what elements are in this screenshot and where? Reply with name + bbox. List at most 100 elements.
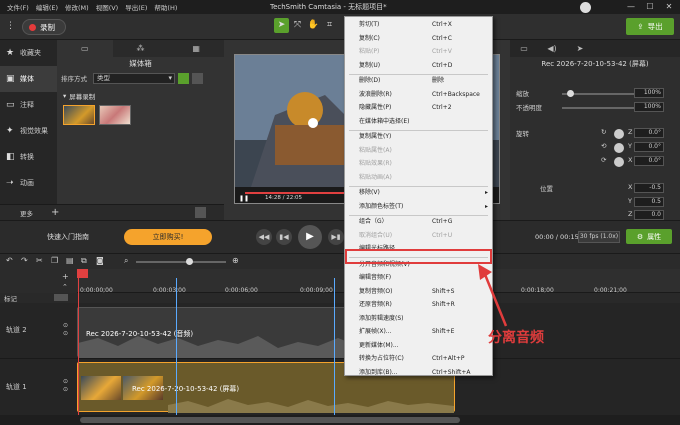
menu-item[interactable]: 在媒体箱中选择(E) bbox=[345, 116, 492, 128]
menu-item[interactable]: 复制(U) Ctrl+D bbox=[345, 60, 492, 72]
media-thumbnail[interactable] bbox=[63, 105, 95, 125]
menu-file[interactable]: 文件(F) bbox=[7, 2, 29, 12]
rotation-z-dial[interactable] bbox=[614, 129, 624, 139]
undo-icon[interactable]: ↶ bbox=[6, 256, 13, 265]
tab-audio-icon[interactable]: ◀) bbox=[538, 44, 566, 53]
collapse-tracks-icon[interactable]: ⌃ bbox=[62, 283, 68, 291]
rotation-y-input[interactable]: 0.0° bbox=[634, 142, 664, 152]
sidebar-item-favorites[interactable]: ★ 收藏夹 bbox=[0, 40, 57, 66]
menu-item[interactable]: 复制音频(O) Shift+S bbox=[345, 286, 492, 298]
step-back-icon[interactable]: ◀◀ bbox=[256, 229, 272, 245]
menu-export[interactable]: 导出(E) bbox=[125, 2, 147, 12]
tab-library-icon[interactable]: ⁂ bbox=[113, 40, 169, 57]
previous-frame-icon[interactable]: ▮◀ bbox=[276, 229, 292, 245]
export-label: 导出 bbox=[647, 22, 663, 31]
menu-item[interactable]: 复制(C) Ctrl+C bbox=[345, 33, 492, 45]
rotation-x-dial[interactable] bbox=[614, 157, 624, 167]
list-view-button[interactable] bbox=[192, 72, 203, 84]
menu-item[interactable]: 添加到库(B)... Ctrl+Shift+A bbox=[345, 367, 492, 379]
crop-tool-icon[interactable]: ⌗ bbox=[322, 18, 337, 33]
grid-icon[interactable] bbox=[195, 207, 207, 218]
menu-edit[interactable]: 编辑(E) bbox=[36, 2, 58, 12]
split-icon[interactable]: ⧉ bbox=[81, 256, 87, 266]
opacity-slider[interactable] bbox=[562, 104, 644, 111]
sort-select[interactable]: 类型 bbox=[93, 72, 175, 84]
zoom-slider[interactable] bbox=[136, 261, 226, 263]
rotation-x-input[interactable]: 0.0° bbox=[634, 156, 664, 166]
scrollbar-thumb[interactable] bbox=[80, 417, 460, 423]
add-button[interactable]: + bbox=[51, 207, 59, 218]
media-thumbnail[interactable] bbox=[99, 105, 131, 125]
menu-item[interactable]: 波浪删除(R) Ctrl+Backspace bbox=[345, 89, 492, 101]
paste-icon[interactable]: ▤ bbox=[66, 256, 74, 265]
next-frame-icon[interactable]: ▶▮ bbox=[328, 229, 344, 245]
menu-help[interactable]: 帮助(H) bbox=[154, 2, 177, 12]
tab-cursor-icon[interactable]: ➤ bbox=[566, 44, 594, 53]
redo-icon[interactable]: ↷ bbox=[21, 256, 28, 265]
playhead-handle[interactable] bbox=[77, 269, 88, 278]
scale-slider[interactable] bbox=[562, 90, 642, 97]
sidebar-item-transitions[interactable]: ◧ 转换 bbox=[0, 144, 57, 170]
menu-item[interactable]: 剪切(T) Ctrl+X bbox=[345, 19, 492, 31]
properties-button[interactable]: ⚙ 属性 bbox=[626, 229, 672, 244]
menu-item[interactable]: 隐藏属性(P) Ctrl+2 bbox=[345, 102, 492, 114]
cut-icon[interactable]: ✂ bbox=[36, 256, 43, 265]
close-button[interactable]: ✕ bbox=[662, 1, 676, 12]
marker-toggle[interactable] bbox=[54, 294, 68, 301]
export-button[interactable]: ⇪ 导出 bbox=[626, 18, 674, 35]
maximize-button[interactable]: ☐ bbox=[643, 1, 657, 12]
media-group-header[interactable]: ▾ 屏幕录制 bbox=[63, 91, 224, 101]
move-tool-icon[interactable]: ⤧ bbox=[290, 18, 305, 33]
sidebar-item-annotations[interactable]: ▭ 注释 bbox=[0, 92, 57, 118]
snapshot-icon[interactable]: ◙ bbox=[96, 256, 104, 265]
quick-start-guide-button[interactable]: 快速入门指南 bbox=[33, 229, 103, 244]
menu-item[interactable]: 组合（G） Ctrl+G bbox=[345, 216, 492, 228]
menu-item[interactable]: 添加剪辑速度(S) bbox=[345, 313, 492, 325]
add-track-icon[interactable]: + bbox=[62, 272, 69, 281]
buy-now-button[interactable]: 立即购买! bbox=[124, 229, 212, 245]
menu-item[interactable]: 移除(V) ▸ bbox=[345, 187, 492, 199]
zoom-in-icon[interactable]: ⊕ bbox=[232, 256, 239, 265]
zoom-icon[interactable]: ⌕ bbox=[124, 256, 128, 266]
copy-icon[interactable]: ❐ bbox=[51, 256, 58, 265]
pan-tool-icon[interactable]: ✋ bbox=[306, 18, 321, 33]
menu-modify[interactable]: 修改(M) bbox=[65, 2, 89, 12]
video-pause-icon[interactable]: ❚❚ bbox=[239, 195, 249, 202]
sidebar-item-media[interactable]: ▣ 媒体 bbox=[0, 66, 57, 92]
menu-item[interactable]: 编辑音频(F) bbox=[345, 272, 492, 284]
position-z-input[interactable]: 0.0 bbox=[634, 210, 664, 220]
menu-item[interactable]: 还原音频(R) Shift+R bbox=[345, 299, 492, 311]
opacity-input[interactable]: 100% bbox=[634, 102, 664, 112]
menu-item[interactable]: 扩展帧(X)... Shift+E bbox=[345, 326, 492, 338]
position-y-input[interactable]: 0.5 bbox=[634, 197, 664, 207]
fps-select[interactable]: 30 fps (1.0x) bbox=[578, 231, 620, 243]
scale-input[interactable]: 100% bbox=[634, 88, 664, 98]
menu-item[interactable]: 转换为占位符(C) Ctrl+Alt+P bbox=[345, 353, 492, 365]
menu-item[interactable]: 删除(D) 删除 bbox=[345, 75, 492, 87]
menu-item[interactable]: 更新媒体(M)... bbox=[345, 340, 492, 352]
track-2-lock-icon[interactable]: ⊙ ⊙ bbox=[63, 322, 68, 338]
zoom-slider-knob[interactable] bbox=[186, 258, 193, 265]
marker-track[interactable] bbox=[0, 293, 680, 303]
more-button[interactable]: 更多 bbox=[20, 208, 33, 218]
grid-view-button[interactable] bbox=[178, 72, 189, 84]
tab-media-bin-icon[interactable]: ▭ bbox=[57, 40, 113, 57]
menu-view[interactable]: 视图(V) bbox=[96, 2, 119, 12]
rotation-y-dial[interactable] bbox=[614, 143, 624, 153]
track-1-lock-icon[interactable]: ⊙ ⊙ bbox=[63, 378, 68, 394]
sidebar-item-visual-effects[interactable]: ✦ 视觉效果 bbox=[0, 118, 57, 144]
tab-visual-icon[interactable]: ▭ bbox=[510, 44, 538, 53]
minimize-button[interactable]: — bbox=[624, 1, 638, 12]
user-avatar-icon[interactable] bbox=[580, 2, 591, 13]
slider-knob[interactable] bbox=[567, 90, 574, 97]
menu-item[interactable]: 复制属性(Y) bbox=[345, 131, 492, 143]
tab-stock-icon[interactable]: ▦ bbox=[168, 40, 224, 57]
sidebar-item-label: 动画 bbox=[20, 179, 34, 187]
record-button[interactable]: 录制 bbox=[22, 19, 66, 35]
pointer-tool-icon[interactable]: ➤ bbox=[274, 18, 289, 33]
menu-item[interactable]: 添加颜色标签(T) ▸ bbox=[345, 201, 492, 213]
sidebar-item-animations[interactable]: ➝ 动画 bbox=[0, 170, 57, 196]
rotation-z-input[interactable]: 0.0° bbox=[634, 128, 664, 138]
position-x-input[interactable]: -0.5 bbox=[634, 183, 664, 193]
play-button[interactable]: ▶ bbox=[298, 225, 322, 249]
